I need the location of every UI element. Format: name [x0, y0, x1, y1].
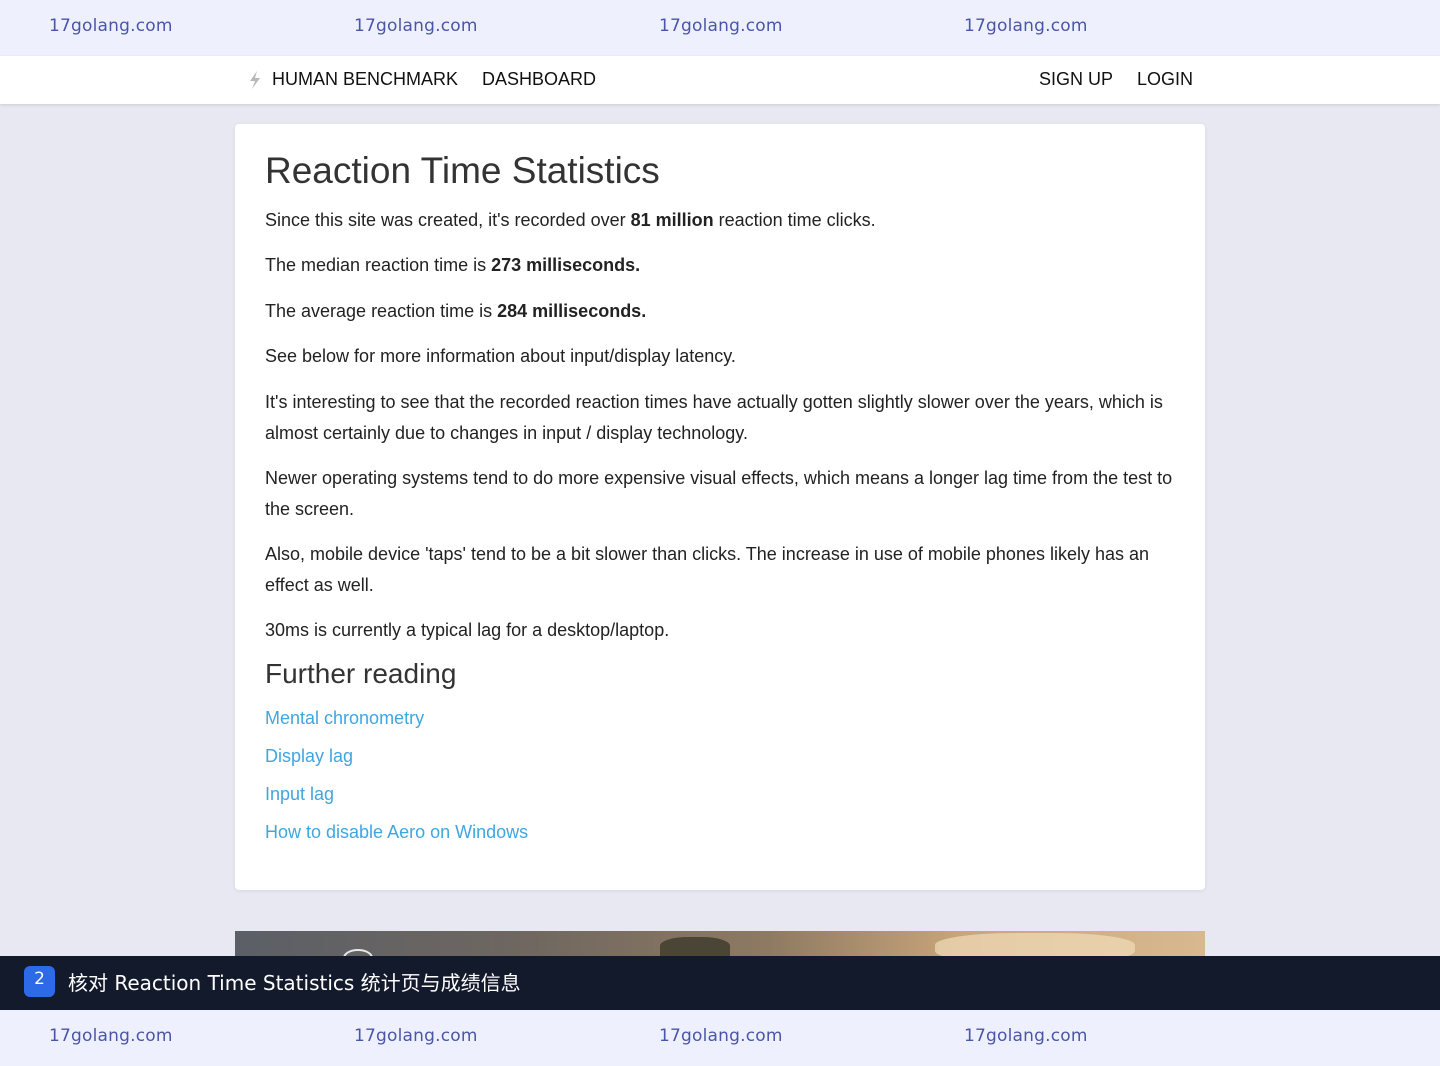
statistics-card: Reaction Time Statistics Since this site…: [235, 124, 1205, 890]
brand-link[interactable]: HUMAN BENCHMARK: [272, 69, 458, 90]
page-title: Reaction Time Statistics: [265, 150, 660, 191]
stat-total-clicks: Since this site was created, it's record…: [265, 205, 1180, 236]
link-input-lag[interactable]: Input lag: [265, 784, 334, 805]
total-clicks-value: 81 million: [630, 210, 714, 230]
link-disable-aero[interactable]: How to disable Aero on Windows: [265, 822, 528, 843]
text: The median reaction time is: [265, 255, 492, 275]
text: The average reaction time is: [265, 301, 498, 321]
link-mental-chronometry[interactable]: Mental chronometry: [265, 708, 424, 729]
text: Since this site was created, it's record…: [265, 210, 631, 230]
mobile-paragraph: Also, mobile device 'taps' tend to be a …: [265, 544, 1150, 595]
os-paragraph: Newer operating systems tend to do more …: [265, 468, 1173, 519]
task-caption-bar: 2 核对 Reaction Time Statistics 统计页与成绩信息: [0, 956, 1440, 1010]
ad-graphic: [343, 949, 373, 956]
task-number-badge: 2: [24, 966, 55, 997]
task-caption-text: 核对 Reaction Time Statistics 统计页与成绩信息: [68, 971, 521, 995]
further-reading-heading: Further reading: [265, 658, 457, 689]
watermark-text: 17golang.com: [964, 16, 1088, 36]
ad-graphic: [660, 937, 730, 956]
watermark-bar-top: 17golang.com 17golang.com 17golang.com 1…: [0, 0, 1440, 56]
signup-link[interactable]: SIGN UP: [1039, 69, 1113, 90]
watermark-text: 17golang.com: [354, 16, 478, 36]
median-value: 273 milliseconds.: [491, 255, 641, 275]
average-value: 284 milliseconds.: [497, 301, 647, 321]
watermark-text: 17golang.com: [964, 1026, 1088, 1046]
watermark-bar-bottom: 17golang.com 17golang.com 17golang.com 1…: [0, 1010, 1440, 1066]
text: reaction time clicks.: [713, 210, 876, 230]
lightning-bolt-icon: [250, 71, 260, 89]
ad-banner-image[interactable]: [235, 931, 1205, 956]
login-link[interactable]: LOGIN: [1137, 69, 1193, 90]
latency-note: See below for more information about inp…: [265, 346, 736, 366]
watermark-text: 17golang.com: [659, 16, 783, 36]
link-display-lag[interactable]: Display lag: [265, 746, 353, 767]
trend-paragraph: It's interesting to see that the recorde…: [265, 392, 1163, 443]
stat-median: The median reaction time is 273 millisec…: [265, 250, 1180, 281]
ad-graphic: [935, 933, 1135, 956]
stat-average: The average reaction time is 284 millise…: [265, 296, 1180, 327]
watermark-text: 17golang.com: [659, 1026, 783, 1046]
nav-dashboard-link[interactable]: DASHBOARD: [482, 69, 596, 90]
top-navbar: HUMAN BENCHMARK DASHBOARD SIGN UP LOGIN: [0, 56, 1440, 104]
watermark-text: 17golang.com: [49, 16, 173, 36]
lag-paragraph: 30ms is currently a typical lag for a de…: [265, 620, 670, 640]
watermark-text: 17golang.com: [354, 1026, 478, 1046]
watermark-text: 17golang.com: [49, 1026, 173, 1046]
